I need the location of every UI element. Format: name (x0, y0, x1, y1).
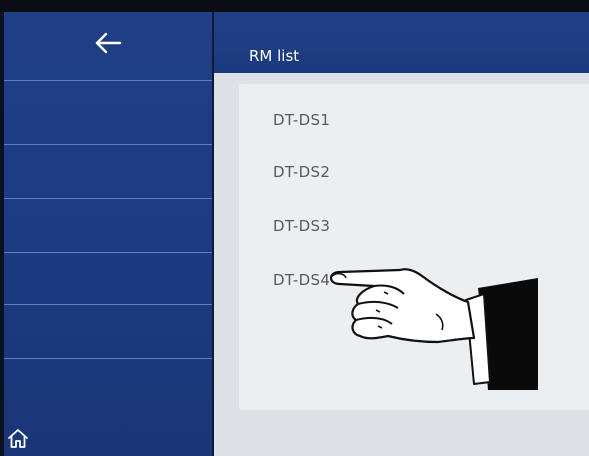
arrow-left-icon (95, 32, 122, 54)
sidebar-menu-slot[interactable] (4, 144, 212, 197)
screen-bezel (0, 0, 589, 12)
back-button[interactable] (4, 12, 212, 74)
page-title: RM list (249, 47, 300, 65)
list-item-label: DT-DS2 (273, 163, 331, 181)
list-item-dt-ds3[interactable]: DT-DS3 (239, 200, 589, 252)
home-icon (8, 429, 28, 448)
sidebar (4, 12, 212, 456)
page-header: RM list (214, 12, 589, 73)
list-item-dt-ds1[interactable]: DT-DS1 (239, 94, 589, 146)
sidebar-menu-slot[interactable] (4, 198, 212, 251)
home-button[interactable] (6, 426, 32, 452)
sidebar-menu-slot[interactable] (4, 304, 212, 357)
sidebar-menu-slot[interactable] (4, 252, 212, 305)
list-item-label: DT-DS1 (273, 111, 331, 129)
pointing-hand-illustration (329, 268, 538, 390)
list-item-dt-ds2[interactable]: DT-DS2 (239, 146, 589, 198)
sidebar-menu-slot[interactable] (4, 80, 212, 133)
list-item-label: DT-DS3 (273, 217, 331, 235)
sidebar-menu-slot[interactable] (4, 358, 212, 411)
